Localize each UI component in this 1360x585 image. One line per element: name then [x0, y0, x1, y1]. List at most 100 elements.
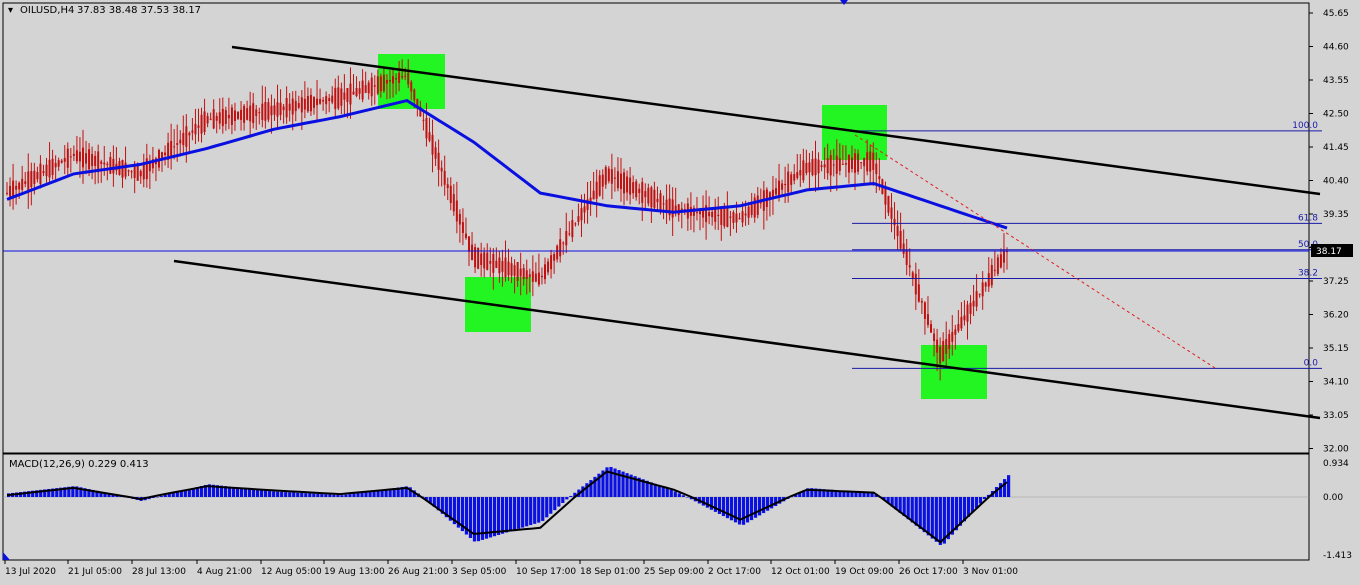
candle-body [142, 162, 145, 180]
macd-bar [504, 497, 509, 533]
candle-body [650, 187, 653, 208]
candle-body [407, 72, 410, 85]
candle-body [367, 82, 370, 94]
candle-body [243, 106, 246, 123]
candle-body [835, 155, 838, 174]
time-tick-label: 4 Aug 21:00 [197, 567, 252, 577]
price-tick-label: 37.25 [1323, 277, 1349, 287]
macd-bar [328, 494, 332, 497]
candle-body [601, 174, 604, 187]
candle-body [36, 172, 39, 180]
price-tick-label: 39.35 [1323, 210, 1349, 220]
candle-body [483, 252, 486, 269]
candle-body [27, 171, 30, 191]
macd-bar [665, 488, 669, 497]
macd-bar [344, 494, 348, 497]
candle-body [568, 233, 571, 235]
candle-body [796, 171, 799, 179]
macd-bar [260, 490, 264, 497]
candle-body [188, 132, 191, 136]
candle-body [300, 97, 303, 113]
candle-body [519, 268, 522, 277]
time-tick-label: 2 Oct 17:00 [708, 567, 761, 577]
candle-body [42, 171, 45, 174]
candle-body [854, 153, 857, 173]
macd-bar [709, 497, 714, 510]
macd-bar [930, 497, 934, 539]
candle-body [626, 176, 629, 193]
candle-body [273, 105, 276, 115]
candle-body [252, 103, 255, 124]
candle-body [841, 163, 844, 165]
candle-body [94, 155, 97, 166]
macd-bar [685, 497, 689, 498]
candle-body [647, 187, 650, 204]
macd-bar [533, 497, 537, 524]
time-tick-label: 19 Aug 13:00 [324, 567, 385, 577]
candle-body [933, 333, 936, 342]
candle-body [577, 216, 580, 222]
candle-body [878, 176, 881, 180]
macd-bar [155, 496, 159, 498]
candle-body [395, 78, 398, 80]
candle-body [908, 265, 911, 268]
candle-body [987, 273, 990, 287]
candle-body [553, 253, 556, 261]
candle-body [340, 88, 343, 106]
candle-body [203, 111, 206, 133]
candle-body [574, 223, 577, 225]
price-tick-label: 36.20 [1323, 311, 1349, 321]
candle-body [267, 102, 270, 120]
candle-body [641, 182, 644, 203]
candle-body [960, 316, 963, 329]
price-tick-label: 44.60 [1323, 43, 1349, 53]
candle-body [428, 132, 431, 141]
candle-body [978, 293, 981, 295]
candle-body [860, 162, 863, 164]
candle-body [288, 103, 291, 111]
candle-body [461, 222, 464, 233]
candle-body [282, 106, 285, 111]
candle-body [866, 152, 869, 172]
candle-body [319, 98, 322, 104]
macd-bar [320, 494, 324, 497]
candle-body [480, 253, 483, 266]
candle-body [434, 147, 437, 159]
time-tick-label: 25 Sep 09:00 [644, 567, 704, 577]
candle-body [437, 152, 440, 170]
highlight-box[interactable] [822, 105, 887, 160]
candle-body [60, 160, 63, 163]
candle-body [595, 181, 598, 199]
candle-body [945, 338, 948, 354]
candle-body [474, 247, 477, 268]
candle-body [370, 77, 373, 97]
candle-body [334, 87, 337, 109]
macd-bar [758, 497, 762, 516]
candle-body [729, 216, 732, 218]
candle-body [613, 177, 616, 179]
candle-body [565, 231, 568, 246]
candle-body [623, 172, 626, 194]
candle-body [33, 170, 36, 184]
macd-bar [517, 497, 521, 529]
collapse-arrow-icon[interactable]: ▾ [8, 5, 13, 16]
candle-body [632, 182, 635, 194]
price-tick-label: 42.50 [1323, 110, 1349, 120]
chart-canvas: ▾ OILUSD,H4 37.83 38.48 37.53 38.17 100.… [2, 0, 1353, 577]
price-axis: 45.6544.6043.5542.5041.4540.4039.3538.30… [1309, 9, 1349, 455]
candle-body [656, 198, 659, 203]
candle-body [844, 162, 847, 165]
candle-body [309, 94, 312, 112]
macd-bar [537, 497, 541, 523]
candle-body [249, 105, 252, 122]
macd-bar [553, 497, 557, 511]
macd-bar [741, 497, 746, 525]
candle-body [948, 334, 951, 350]
candle-body [699, 211, 702, 215]
macd-bar [673, 491, 677, 497]
macd-bar [352, 493, 356, 497]
candle-body [276, 102, 279, 117]
macd-bar [280, 491, 284, 497]
candle-body [832, 164, 835, 166]
candle-body [316, 98, 319, 106]
